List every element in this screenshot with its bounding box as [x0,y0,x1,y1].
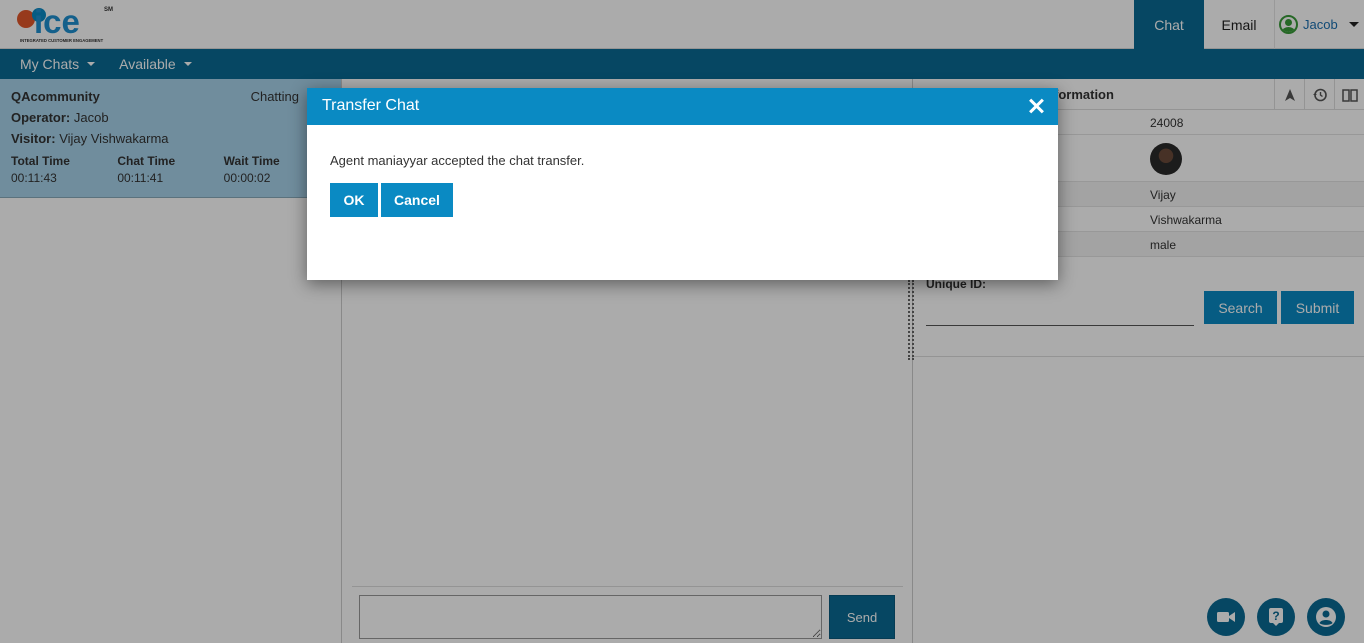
dialog-header: Transfer Chat [307,88,1058,125]
dialog-message: Agent maniayyar accepted the chat transf… [330,153,585,168]
cancel-button[interactable]: Cancel [381,183,453,217]
transfer-chat-dialog: Transfer Chat Agent maniayyar accepted t… [307,88,1058,280]
close-icon[interactable] [1026,94,1046,118]
dialog-title: Transfer Chat [322,97,420,114]
ok-button[interactable]: OK [330,183,378,217]
